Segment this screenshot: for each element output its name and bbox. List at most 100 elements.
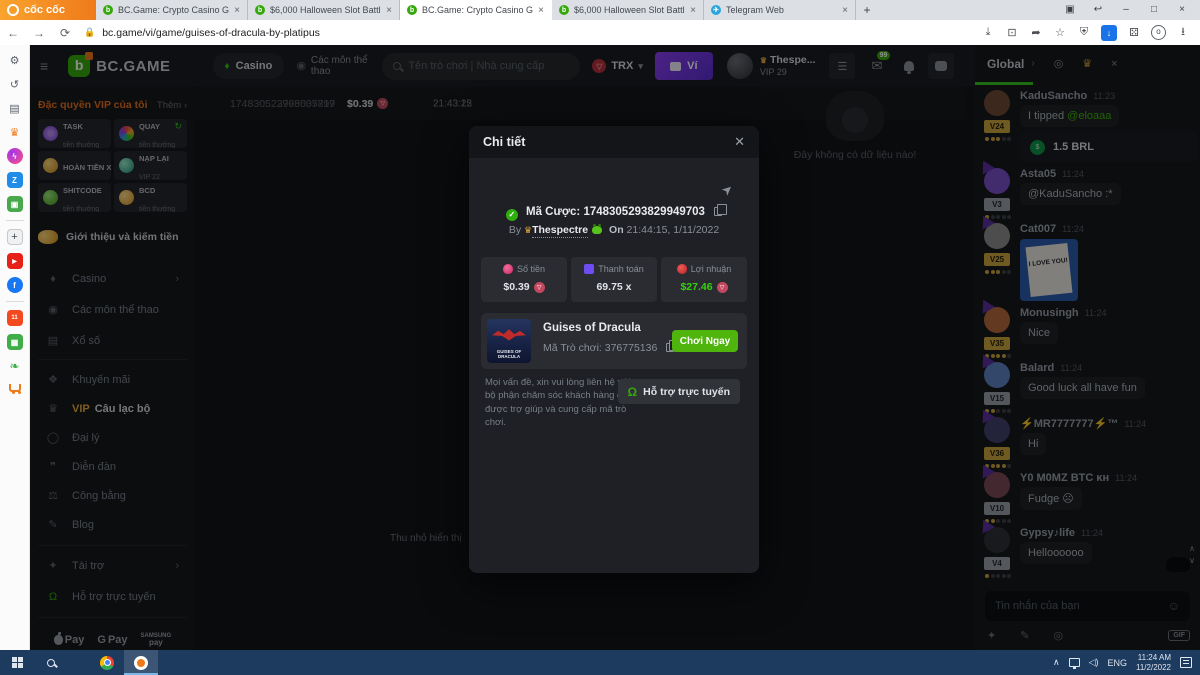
language-indicator[interactable]: ENG bbox=[1107, 658, 1127, 668]
bet-details-modal: Chi tiết ✕ ➤ ✓ Mã Cược: 1748305293829949… bbox=[469, 126, 759, 573]
notification-center-icon[interactable] bbox=[1180, 657, 1192, 668]
url-text: bc.game/vi/game/guises-of-dracula-by-pla… bbox=[102, 27, 320, 39]
tray-chevron-icon[interactable]: ∧ bbox=[1053, 657, 1060, 668]
maximize-button[interactable]: □ bbox=[1140, 0, 1168, 20]
divider bbox=[6, 220, 24, 221]
bet-datetime: 21:44:15, 1/11/2022 bbox=[627, 224, 720, 236]
modal-close-icon[interactable]: ✕ bbox=[734, 134, 745, 150]
coccoc-brand: cốc cốc bbox=[0, 0, 96, 20]
taskbar-search-icon[interactable] bbox=[34, 650, 68, 675]
divider bbox=[6, 301, 24, 302]
game-thumbnail[interactable]: GUISES OFDRACULA bbox=[487, 319, 531, 363]
clock[interactable]: 11:24 AM11/2/2022 bbox=[1136, 653, 1171, 673]
zalo-icon[interactable]: Z bbox=[7, 172, 23, 188]
tab-close-icon[interactable]: × bbox=[234, 5, 240, 16]
stat-icon bbox=[503, 264, 513, 274]
back-icon[interactable]: ← bbox=[0, 26, 26, 40]
bcgame-site: ≡ b BC.GAME ♦ Casino ◉ Các môn thể thao … bbox=[30, 45, 1200, 650]
stat-card: Số tiền $0.39▽ bbox=[481, 257, 567, 302]
stat-value: $27.46 bbox=[680, 281, 712, 293]
share-icon[interactable]: ➤ bbox=[718, 180, 737, 199]
messenger-icon[interactable]: ϟ bbox=[7, 148, 23, 164]
tab-favicon: ✈ bbox=[711, 5, 721, 15]
forward-icon[interactable]: → bbox=[26, 26, 52, 40]
new-tab-button[interactable]: + bbox=[856, 0, 878, 20]
address-bar: ← → ⟳ 🔒 bc.game/vi/game/guises-of-dracul… bbox=[0, 20, 1200, 45]
headset-icon: Ω bbox=[628, 385, 638, 399]
play-now-button[interactable]: Chơi Ngay bbox=[672, 330, 738, 352]
start-button[interactable] bbox=[0, 650, 34, 675]
tab-favicon: b bbox=[559, 5, 569, 15]
trx-coin-icon: ▽ bbox=[717, 282, 728, 293]
coccoc-hot-icon[interactable]: ♛ bbox=[7, 124, 23, 140]
browser-tab[interactable]: b BC.Game: Crypto Casino Gam × bbox=[96, 0, 248, 20]
stat-card: Thanh toán 69.75 x bbox=[571, 257, 657, 302]
stat-icon bbox=[677, 264, 687, 274]
coccoc-taskbar-icon[interactable] bbox=[124, 650, 158, 675]
stat-icon bbox=[584, 264, 594, 274]
frog-emoji-icon bbox=[592, 226, 602, 234]
tab-close-icon[interactable]: × bbox=[690, 5, 696, 16]
add-shortcut-icon[interactable]: + bbox=[7, 229, 23, 245]
lock-icon[interactable]: 🔒 bbox=[84, 27, 95, 38]
game-id-value: 376775136 bbox=[605, 342, 658, 354]
reading-list-icon[interactable]: ▤ bbox=[7, 100, 23, 116]
restore-tab-icon[interactable]: ↩ bbox=[1084, 0, 1112, 20]
settings-gear-icon[interactable]: ⚙ bbox=[7, 52, 23, 68]
system-tray: ∧ ◁) ENG 11:24 AM11/2/2022 bbox=[1053, 653, 1200, 673]
copy-icon[interactable] bbox=[714, 207, 722, 216]
browser-tab[interactable]: ✈ Telegram Web × bbox=[704, 0, 856, 20]
support-note: Mọi vấn đề, xin vui lòng liên hệ với bộ … bbox=[485, 376, 637, 429]
browser-tab[interactable]: b BC.Game: Crypto Casino Gan × bbox=[400, 0, 552, 20]
game-card: GUISES OFDRACULA Guises of Dracula Mã Tr… bbox=[481, 313, 747, 369]
browser-profile-icon[interactable]: ᴏ bbox=[1151, 25, 1166, 40]
adblock-shield-icon[interactable]: ⛨ bbox=[1077, 26, 1091, 39]
games-icon[interactable]: ▣ bbox=[7, 196, 23, 212]
tab-favicon: b bbox=[103, 5, 113, 15]
browser-tab[interactable]: b $6,000 Halloween Slot Battle × bbox=[552, 0, 704, 20]
minimize-button[interactable]: – bbox=[1112, 0, 1140, 20]
shopping-cart-icon[interactable] bbox=[9, 384, 21, 392]
url-field[interactable]: 🔒 bc.game/vi/game/guises-of-dracula-by-p… bbox=[84, 27, 320, 39]
windows-taskbar: ∧ ◁) ENG 11:24 AM11/2/2022 bbox=[0, 650, 1200, 675]
coccoc-logo-icon bbox=[7, 4, 19, 16]
save-page-icon[interactable]: ⤓ bbox=[981, 26, 995, 39]
stat-value: $0.39 bbox=[503, 281, 529, 293]
brand-label: cốc cốc bbox=[24, 4, 65, 16]
sale-11-11-icon[interactable]: 11 bbox=[7, 310, 23, 326]
bookmark-star-icon[interactable]: ☆ bbox=[1053, 26, 1067, 39]
download-active-icon[interactable]: ↓ bbox=[1101, 25, 1117, 41]
stat-value: 69.75 x bbox=[596, 281, 631, 293]
leaf-icon[interactable]: ❧ bbox=[7, 358, 23, 374]
stat-label: Thanh toán bbox=[598, 264, 644, 274]
browser-tab[interactable]: b $6,000 Halloween Slot Battle × bbox=[248, 0, 400, 20]
close-button[interactable]: × bbox=[1168, 0, 1196, 20]
history-icon[interactable]: ↺ bbox=[7, 76, 23, 92]
share-icon[interactable]: ➦ bbox=[1029, 26, 1043, 39]
screen-capture-icon[interactable]: ▣ bbox=[1056, 0, 1084, 20]
reload-icon[interactable]: ⟳ bbox=[52, 26, 78, 40]
crown-icon: ♛ bbox=[524, 225, 532, 235]
player-name-link[interactable]: Thespectre bbox=[532, 224, 588, 238]
game-id-row: Mã Trò chơi: 376775136 bbox=[543, 342, 674, 354]
network-icon[interactable] bbox=[1069, 658, 1080, 667]
verified-shield-icon: ✓ bbox=[506, 209, 518, 221]
chrome-taskbar-icon[interactable] bbox=[90, 650, 124, 675]
tab-close-icon[interactable]: × bbox=[386, 5, 392, 16]
youtube-icon[interactable]: ▶ bbox=[7, 253, 23, 269]
windows-logo-icon bbox=[12, 657, 23, 668]
modal-header: Chi tiết ✕ bbox=[469, 126, 759, 158]
downloads-tray-icon[interactable]: ⭳ bbox=[1176, 23, 1190, 42]
tab-favicon: b bbox=[255, 5, 265, 15]
bet-id-row: ✓ Mã Cược: 1748305293829949703 bbox=[469, 206, 759, 221]
tab-close-icon[interactable]: × bbox=[842, 5, 848, 16]
facebook-icon[interactable]: f bbox=[7, 277, 23, 293]
live-support-button[interactable]: Ω Hỗ trợ trực tuyến bbox=[618, 379, 740, 404]
volume-icon[interactable]: ◁) bbox=[1089, 657, 1099, 668]
tab-close-icon[interactable]: × bbox=[538, 5, 544, 16]
extensions-icon[interactable]: ⚄ bbox=[1127, 26, 1141, 39]
gift-icon[interactable]: ▦ bbox=[7, 334, 23, 350]
bet-id-value: 1748305293829949703 bbox=[583, 206, 705, 218]
bet-author-row: By ♛Thespectre On 21:44:15, 1/11/2022 bbox=[469, 224, 759, 236]
translate-icon[interactable]: ⊡ bbox=[1005, 26, 1019, 39]
